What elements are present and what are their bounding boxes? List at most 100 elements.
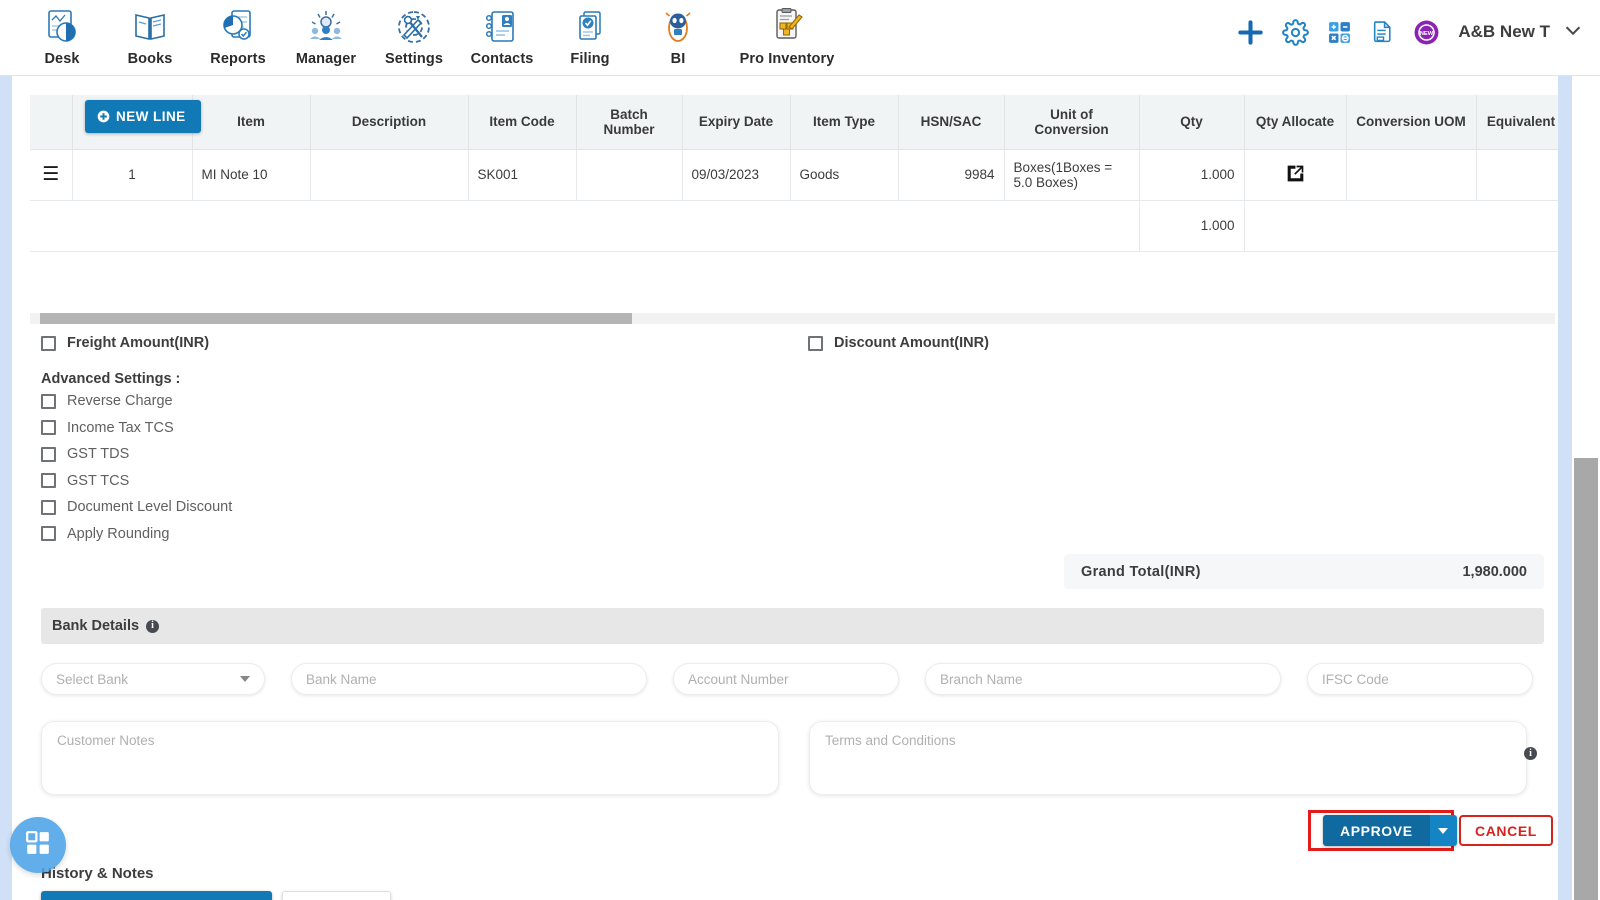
new-badge-icon[interactable]: NEW bbox=[1413, 19, 1440, 46]
cell-qty[interactable]: 1.000 bbox=[1138, 148, 1245, 201]
grid-col-qty-allocate: Qty Allocate bbox=[1243, 95, 1347, 150]
cell-sr: 1 bbox=[71, 148, 193, 201]
apply-rounding-checkbox[interactable] bbox=[41, 526, 56, 541]
nav-label-filing: Filing bbox=[570, 51, 610, 67]
bank-details-fields: Select Bank Bank Name Account Number Bra… bbox=[41, 663, 1544, 695]
bank-name-field[interactable]: Bank Name bbox=[291, 663, 647, 695]
nav-item-books[interactable]: Books bbox=[106, 6, 194, 67]
cell-qty-allocate[interactable] bbox=[1243, 148, 1347, 201]
gear-icon[interactable] bbox=[1282, 18, 1310, 46]
income-tax-tcs-checkbox[interactable] bbox=[41, 420, 56, 435]
bi-robot-icon bbox=[658, 6, 698, 48]
nav-label-manager: Manager bbox=[295, 51, 357, 67]
advanced-option-apply-rounding[interactable]: Apply Rounding bbox=[41, 526, 232, 542]
grid-col-expiry-date: Expiry Date bbox=[681, 95, 791, 150]
ifsc-code-field[interactable]: IFSC Code bbox=[1307, 663, 1533, 695]
advanced-option-document-level-discount[interactable]: Document Level Discount bbox=[41, 499, 232, 515]
discount-amount-row[interactable]: Discount Amount(INR) bbox=[808, 335, 989, 351]
pro-inventory-icon bbox=[767, 6, 807, 48]
advanced-option-reverse-charge[interactable]: Reverse Charge bbox=[41, 393, 232, 409]
plus-icon[interactable] bbox=[1237, 19, 1264, 46]
select-bank-dropdown[interactable]: Select Bank bbox=[41, 663, 265, 695]
terms-info-icon[interactable]: i bbox=[1524, 747, 1537, 760]
grid-footer-row: 1.000 bbox=[30, 199, 1558, 252]
gst-tcs-checkbox[interactable] bbox=[41, 473, 56, 488]
new-line-button[interactable]: NEW LINE bbox=[85, 100, 201, 133]
nav-item-reports[interactable]: Reports bbox=[194, 6, 282, 67]
apps-grid-fab[interactable] bbox=[10, 817, 66, 873]
grid-col-description: Description bbox=[309, 95, 469, 150]
right-rail bbox=[1558, 76, 1572, 900]
advanced-option-gst-tds[interactable]: GST TDS bbox=[41, 446, 232, 462]
cell-item[interactable]: MI Note 10 bbox=[191, 148, 311, 201]
gst-tds-checkbox[interactable] bbox=[41, 446, 56, 462]
show-history-button[interactable]: SHOW HISTORY (2 ENTRIES) bbox=[41, 891, 273, 900]
cell-unit-of-conversion[interactable]: Boxes(1Boxes = 5.0 Boxes) bbox=[1003, 148, 1140, 201]
chevron-down-icon bbox=[240, 676, 250, 682]
notes-row: Customer Notes Terms and Conditions bbox=[41, 721, 1544, 795]
nav-item-settings[interactable]: Settings bbox=[370, 6, 458, 67]
nav-item-pro-inventory[interactable]: Pro Inventory bbox=[722, 6, 852, 67]
calculator-icon[interactable] bbox=[1327, 20, 1352, 45]
document-icon[interactable] bbox=[1370, 20, 1395, 45]
terms-and-conditions-textarea[interactable]: Terms and Conditions bbox=[809, 721, 1527, 795]
row-drag-handle-cell[interactable]: ☰ bbox=[30, 148, 73, 201]
income-tax-tcs-label: Income Tax TCS bbox=[67, 419, 174, 436]
discount-amount-checkbox[interactable] bbox=[808, 335, 823, 351]
grid-col-unit-of-conversion: Unit of Conversion bbox=[1003, 95, 1140, 150]
manager-people-icon bbox=[306, 6, 346, 48]
bank-details-title: Bank Details bbox=[52, 618, 140, 634]
grid-horizontal-scrollbar-thumb[interactable] bbox=[40, 313, 632, 324]
cell-hsn-sac[interactable]: 9984 bbox=[897, 148, 1005, 201]
cell-item-code[interactable]: SK001 bbox=[467, 148, 577, 201]
grand-total-bar: Grand Total(INR) 1,980.000 bbox=[1064, 554, 1544, 589]
grid-horizontal-scrollbar[interactable] bbox=[30, 313, 1555, 324]
cell-equivalent[interactable] bbox=[1475, 148, 1558, 201]
cell-expiry-date[interactable]: 09/03/2023 bbox=[681, 148, 791, 201]
grand-total-label: Grand Total(INR) bbox=[1081, 563, 1201, 580]
advanced-settings-title: Advanced Settings : bbox=[41, 371, 181, 387]
nav-item-filing[interactable]: Filing bbox=[546, 6, 634, 67]
approve-dropdown-button[interactable] bbox=[1429, 815, 1457, 846]
cell-item-type[interactable]: Goods bbox=[789, 148, 899, 201]
branch-name-field[interactable]: Branch Name bbox=[925, 663, 1281, 695]
approve-button[interactable]: APPROVE bbox=[1323, 815, 1430, 846]
cancel-button[interactable]: CANCEL bbox=[1459, 815, 1553, 846]
document-level-discount-checkbox[interactable] bbox=[41, 499, 56, 515]
reverse-charge-checkbox[interactable] bbox=[41, 393, 56, 409]
advanced-option-income-tax-tcs[interactable]: Income Tax TCS bbox=[41, 420, 232, 436]
nav-label-settings: Settings bbox=[385, 51, 443, 67]
advanced-option-gst-tcs[interactable]: GST TCS bbox=[41, 473, 232, 489]
bank-details-header: Bank Details i bbox=[41, 608, 1544, 644]
page-vertical-scrollbar[interactable] bbox=[1558, 76, 1600, 900]
cell-description[interactable] bbox=[309, 148, 469, 201]
reverse-charge-label: Reverse Charge bbox=[67, 393, 173, 409]
table-row[interactable]: ☰ 1 MI Note 10 SK001 09/03/2023 Goods 99… bbox=[30, 148, 1558, 201]
history-and-notes-title: History & Notes bbox=[41, 865, 154, 882]
customer-notes-textarea[interactable]: Customer Notes bbox=[41, 721, 779, 795]
user-menu[interactable]: A&B New T bbox=[1458, 19, 1584, 46]
apply-rounding-label: Apply Rounding bbox=[67, 525, 170, 542]
grand-total-value: 1,980.000 bbox=[1462, 563, 1527, 580]
nav-item-bi[interactable]: BI bbox=[634, 6, 722, 67]
grid-col-item: Item bbox=[191, 95, 311, 150]
reports-chart-icon bbox=[218, 6, 258, 48]
add-note-button[interactable]: ADD NOTE bbox=[282, 891, 391, 900]
gst-tds-label: GST TDS bbox=[67, 446, 130, 462]
plus-circle-icon bbox=[97, 110, 110, 123]
nav-item-contacts[interactable]: Contacts bbox=[458, 6, 546, 67]
page-vertical-scrollbar-thumb[interactable] bbox=[1574, 458, 1598, 900]
nav-item-manager[interactable]: Manager bbox=[282, 6, 370, 67]
cell-batch-number[interactable] bbox=[575, 148, 683, 201]
nav-item-desk[interactable]: Desk bbox=[18, 6, 106, 67]
grid-footer-spacer bbox=[30, 199, 1140, 252]
books-icon bbox=[130, 6, 170, 48]
account-number-field[interactable]: Account Number bbox=[673, 663, 899, 695]
freight-amount-row[interactable]: Freight Amount(INR) bbox=[41, 335, 209, 351]
cell-conversion-uom[interactable] bbox=[1345, 148, 1477, 201]
info-icon[interactable]: i bbox=[146, 619, 160, 633]
hamburger-menu-icon[interactable]: ☰ bbox=[42, 165, 59, 184]
external-link-icon[interactable] bbox=[1285, 163, 1306, 184]
freight-amount-label: Freight Amount(INR) bbox=[67, 335, 210, 351]
freight-amount-checkbox[interactable] bbox=[41, 335, 56, 351]
